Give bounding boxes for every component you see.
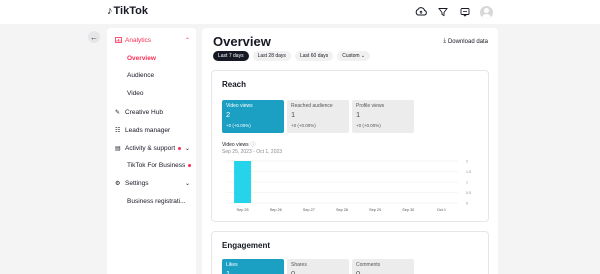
metric-value: 1 (356, 110, 361, 119)
x-tick-label: Oct 1 (437, 208, 446, 212)
tab-last-7-days[interactable]: Last 7 days (213, 51, 249, 61)
metric-label: Reached audience (291, 103, 333, 109)
sidebar-item-business-registration[interactable]: Business registrati... (107, 194, 196, 208)
metric-label: Likes (226, 262, 238, 268)
metric-change: +0 (+0.00%) (291, 123, 316, 128)
x-tick-label: Sep 30 (402, 208, 414, 212)
sidebar-item-label: Video (127, 89, 144, 97)
bell-icon: ▤ (115, 145, 121, 152)
metric-label: Comments (356, 262, 381, 268)
lightbulb-icon: ✎ (115, 109, 121, 116)
list-icon: ☷ (115, 127, 121, 134)
avatar[interactable] (480, 5, 493, 19)
x-tick-label: Sep 29 (369, 208, 381, 212)
tiktok-note-icon: ♪ (107, 5, 113, 17)
metric-value: 0 (291, 269, 296, 274)
sidebar-item-leads-manager[interactable]: ☷ Leads manager (107, 123, 196, 137)
chevron-down-icon: ⌄ (184, 145, 190, 152)
sidebar-item-label: Audience (127, 71, 155, 79)
metric-value: 2 (226, 110, 231, 119)
tab-last-60-days[interactable]: Last 60 days (294, 51, 334, 61)
chevron-down-icon: ⌄ (184, 180, 190, 187)
filter-icon[interactable] (436, 5, 450, 19)
download-label: Download data (447, 38, 488, 45)
tab-custom-label: Custom (342, 53, 360, 59)
gear-icon: ⚙ (115, 180, 121, 187)
metric-value: 1 (226, 269, 231, 274)
download-data-button[interactable]: ⤓ Download data (443, 38, 488, 45)
brand-name: TikTok (113, 5, 148, 17)
y-tick-label: 1 (466, 181, 468, 185)
top-bar: ♪ TikTok (0, 0, 600, 24)
x-tick-label: Sep 26 (270, 208, 282, 212)
page-title: Overview (213, 34, 271, 49)
reach-title: Reach (222, 80, 247, 89)
main-panel: Overview ⤓ Download data Last 7 days Las… (202, 28, 498, 274)
video-views-chart: 0 0.5 1 1.5 2 Sep 25 Sep 26 Sep 27 Sep 28 Sep 29 S… (226, 160, 471, 212)
y-tick-label: 1.5 (466, 170, 471, 174)
y-tick-label: 2 (466, 160, 468, 164)
engagement-title: Engagement (222, 241, 271, 250)
metric-shares[interactable]: Shares 0 (287, 259, 349, 274)
y-tick-label: 0 (466, 202, 468, 206)
sidebar-item-label: Activity & support (125, 144, 176, 152)
chart-icon (115, 37, 123, 43)
metric-video-views[interactable]: Video views 2 +0 (+0.00%) (222, 100, 284, 133)
sidebar-item-label: Business registrati... (127, 197, 186, 205)
metric-label: Profile views (356, 103, 385, 109)
chart-title-text: Video views (222, 141, 249, 148)
chevron-up-icon: ⌃ (184, 37, 190, 44)
metric-label: Shares (291, 262, 307, 268)
info-icon[interactable]: ⓘ (251, 141, 256, 148)
metric-profile-views[interactable]: Profile views 1 +0 (+0.00%) (352, 100, 414, 133)
tab-last-28-days[interactable]: Last 28 days (252, 51, 291, 61)
sidebar-item-label: TikTok For Business (127, 161, 186, 169)
upload-icon[interactable] (414, 5, 428, 19)
sidebar-item-label: Analytics (125, 36, 152, 44)
metric-comments[interactable]: Comments 0 (352, 259, 414, 274)
x-tick-label: Sep 27 (303, 208, 315, 212)
metric-label: Video views (226, 103, 253, 109)
metric-value: 1 (291, 110, 296, 119)
metric-reached-audience[interactable]: Reached audience 1 +0 (+0.00%) (287, 100, 349, 133)
x-tick-label: Sep 28 (336, 208, 348, 212)
notification-dot (178, 146, 182, 150)
chart-bar[interactable] (234, 161, 252, 203)
metric-likes[interactable]: Likes 1 (222, 259, 284, 274)
metric-change: +0 (+0.00%) (356, 123, 381, 128)
download-icon: ⤓ (443, 38, 446, 44)
y-tick-label: 0.5 (466, 191, 471, 195)
sidebar-item-audience[interactable]: Audience (107, 68, 196, 82)
reach-card: Reach Video views 2 +0 (+0.00%) Reached … (211, 70, 489, 222)
tab-custom[interactable]: Custom ⌄ (337, 51, 371, 61)
sidebar: Analytics ⌃ Overview Audience Video ✎ Cr… (107, 28, 196, 274)
chart-title: Video views ⓘ (222, 141, 256, 149)
metric-value: 0 (356, 269, 361, 274)
sidebar-item-label: Leads manager (125, 126, 171, 134)
sidebar-item-activity-support[interactable]: ▤ Activity & support ⌄ (107, 141, 196, 155)
sidebar-item-analytics[interactable]: Analytics ⌃ (107, 33, 196, 47)
sidebar-item-settings[interactable]: ⚙ Settings ⌄ (107, 176, 196, 190)
metric-change: +0 (+0.00%) (226, 123, 251, 128)
x-tick-label: Sep 25 (237, 208, 249, 212)
sidebar-item-tiktok-for-business[interactable]: TikTok For Business (107, 158, 196, 172)
sidebar-item-video[interactable]: Video (107, 86, 196, 100)
notification-dot (188, 163, 192, 167)
chevron-down-icon: ⌄ (360, 53, 366, 59)
chart-date-range: Sep 25, 2023 - Oct 1, 2023 (222, 149, 283, 155)
sidebar-item-label: Settings (125, 179, 149, 187)
tiktok-logo[interactable]: ♪ TikTok (107, 5, 148, 17)
back-arrow-icon[interactable]: ← (88, 31, 100, 43)
date-range-tabs: Last 7 days Last 28 days Last 60 days Cu… (213, 51, 371, 61)
sidebar-item-creative-hub[interactable]: ✎ Creative Hub (107, 105, 196, 119)
inbox-icon[interactable] (458, 5, 472, 19)
sidebar-item-overview[interactable]: Overview (107, 51, 196, 65)
sidebar-item-label: Creative Hub (125, 108, 163, 116)
sidebar-item-label: Overview (127, 54, 156, 62)
engagement-card: Engagement Likes 1 Shares 0 Comments 0 (211, 231, 489, 274)
